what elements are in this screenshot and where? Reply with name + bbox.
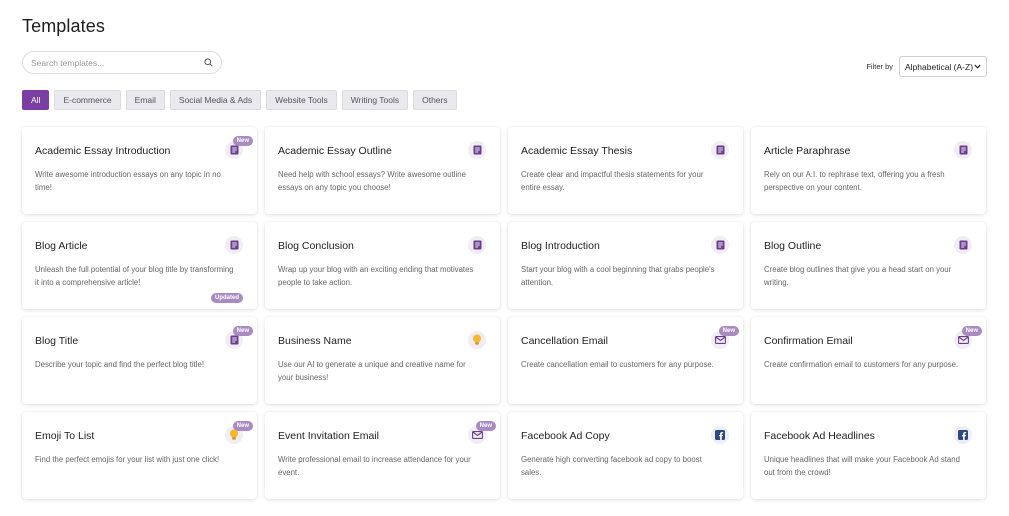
template-card-description: Create clear and impactful thesis statem…: [521, 170, 704, 192]
facebook-icon: [954, 426, 972, 444]
search-box[interactable]: [22, 51, 222, 74]
filter-by: Filter by Alphabetical (A-Z): [866, 56, 987, 77]
template-card[interactable]: Confirmation Email Create confirmation em…: [751, 317, 986, 404]
document-icon: [711, 236, 729, 254]
template-card-description: Write professional email to increase att…: [278, 455, 471, 477]
template-card[interactable]: Blog Conclusion Wrap up your blog with an…: [265, 222, 500, 309]
template-card-title: Event Invitation Email: [278, 430, 379, 442]
template-card-title: Emoji To List: [35, 430, 95, 442]
facebook-icon: [711, 426, 729, 444]
template-card[interactable]: Event Invitation Email Write professional…: [265, 412, 500, 499]
template-card-title: Confirmation Email: [764, 335, 853, 347]
template-card-title: Academic Essay Outline: [278, 145, 392, 157]
tab-others[interactable]: Others: [413, 90, 457, 110]
template-card-title: Academic Essay Thesis: [521, 145, 633, 157]
template-card-description: Use our AI to generate a unique and crea…: [278, 360, 466, 382]
template-card-title: Academic Essay Introduction: [35, 145, 171, 157]
template-card[interactable]: Facebook Ad Copy Generate high converting…: [508, 412, 743, 499]
template-card[interactable]: Emoji To List Find the perfect emojis for…: [22, 412, 257, 499]
tab-e-commerce[interactable]: E-commerce: [54, 90, 121, 110]
template-card[interactable]: Blog Introduction Start your blog with a …: [508, 222, 743, 309]
tab-writing-tools[interactable]: Writing Tools: [341, 90, 409, 110]
search-input[interactable]: [31, 57, 203, 68]
new-badge: New: [232, 326, 253, 336]
document-icon: [468, 141, 486, 159]
template-card[interactable]: Blog Title Describe your topic and find t…: [22, 317, 257, 404]
templates-grid: Academic Essay Introduction Write awesome…: [22, 127, 986, 499]
new-badge: New: [232, 136, 253, 146]
sort-select-value: Alphabetical (A-Z): [905, 61, 974, 72]
template-card[interactable]: Article Paraphrase Rely on our A.I. to re…: [751, 127, 986, 214]
tab-website-tools[interactable]: Website Tools: [266, 90, 337, 110]
template-card-title: Blog Article: [35, 240, 88, 252]
template-card-description: Unique headlines that will make your Fac…: [764, 455, 960, 477]
new-badge: New: [961, 326, 982, 336]
template-card-description: Rely on our A.I. to rephrase text, offer…: [764, 170, 945, 192]
template-card[interactable]: Blog Outline Create blog outlines that gi…: [751, 222, 986, 309]
template-card[interactable]: Academic Essay Thesis Create clear and im…: [508, 127, 743, 214]
template-card-description: Find the perfect emojis for your list wi…: [35, 455, 220, 464]
document-icon: [954, 141, 972, 159]
category-tabs: All E-commerce Email Social Media & Ads Webs…: [22, 90, 457, 110]
new-badge: New: [718, 326, 739, 336]
template-card[interactable]: Facebook Ad Headlines Unique headlines th…: [751, 412, 986, 499]
template-card-title: Facebook Ad Headlines: [764, 430, 875, 442]
template-card-title: Article Paraphrase: [764, 145, 851, 157]
new-badge: New: [232, 421, 253, 431]
template-card[interactable]: Blog Article Unleash the full potential o…: [22, 222, 257, 309]
document-icon: [954, 236, 972, 254]
template-card-description: Create confirmation email to customers f…: [764, 360, 959, 369]
template-card-description: Create cancellation email to customers f…: [521, 360, 714, 369]
template-card[interactable]: Cancellation Email Create cancellation em…: [508, 317, 743, 404]
template-card-title: Cancellation Email: [521, 335, 608, 347]
template-card-description: Create blog outlines that give you a hea…: [764, 265, 952, 287]
template-card-title: Blog Outline: [764, 240, 822, 252]
search-icon[interactable]: [203, 58, 213, 68]
template-card[interactable]: Academic Essay Outline Need help with sch…: [265, 127, 500, 214]
document-icon: [225, 236, 243, 254]
template-card-title: Facebook Ad Copy: [521, 430, 610, 442]
template-card-title: Business Name: [278, 335, 352, 347]
template-card-description: Describe your topic and find the perfect…: [35, 360, 205, 369]
template-card[interactable]: Business Name Use our AI to generate a un…: [265, 317, 500, 404]
document-icon: [711, 141, 729, 159]
chevron-down-icon: [974, 64, 981, 69]
template-card-title: Blog Conclusion: [278, 240, 354, 252]
template-card-description: Unleash the full potential of your blog …: [35, 265, 234, 287]
page-title: Templates: [22, 16, 105, 36]
sort-select[interactable]: Alphabetical (A-Z): [899, 56, 987, 77]
template-card-description: Wrap up your blog with an exciting endin…: [278, 265, 474, 287]
updated-badge: Updated: [211, 293, 243, 303]
template-card-description: Need help with school essays? Write awes…: [278, 170, 466, 192]
document-icon: [468, 236, 486, 254]
template-card-description: Generate high converting facebook ad cop…: [521, 455, 702, 477]
template-card-title: Blog Introduction: [521, 240, 600, 252]
template-card-description: Write awesome introduction essays on any…: [35, 170, 221, 192]
new-badge: New: [475, 421, 496, 431]
filter-label: Filter by: [866, 62, 893, 71]
tab-email[interactable]: Email: [125, 90, 165, 110]
template-card-description: Start your blog with a cool beginning th…: [521, 265, 715, 287]
tab-social-media-ads[interactable]: Social Media & Ads: [169, 90, 262, 110]
template-card[interactable]: Academic Essay Introduction Write awesome…: [22, 127, 257, 214]
tab-all[interactable]: All: [22, 90, 50, 110]
template-card-title: Blog Title: [35, 335, 79, 347]
lightbulb-icon: [468, 331, 486, 349]
